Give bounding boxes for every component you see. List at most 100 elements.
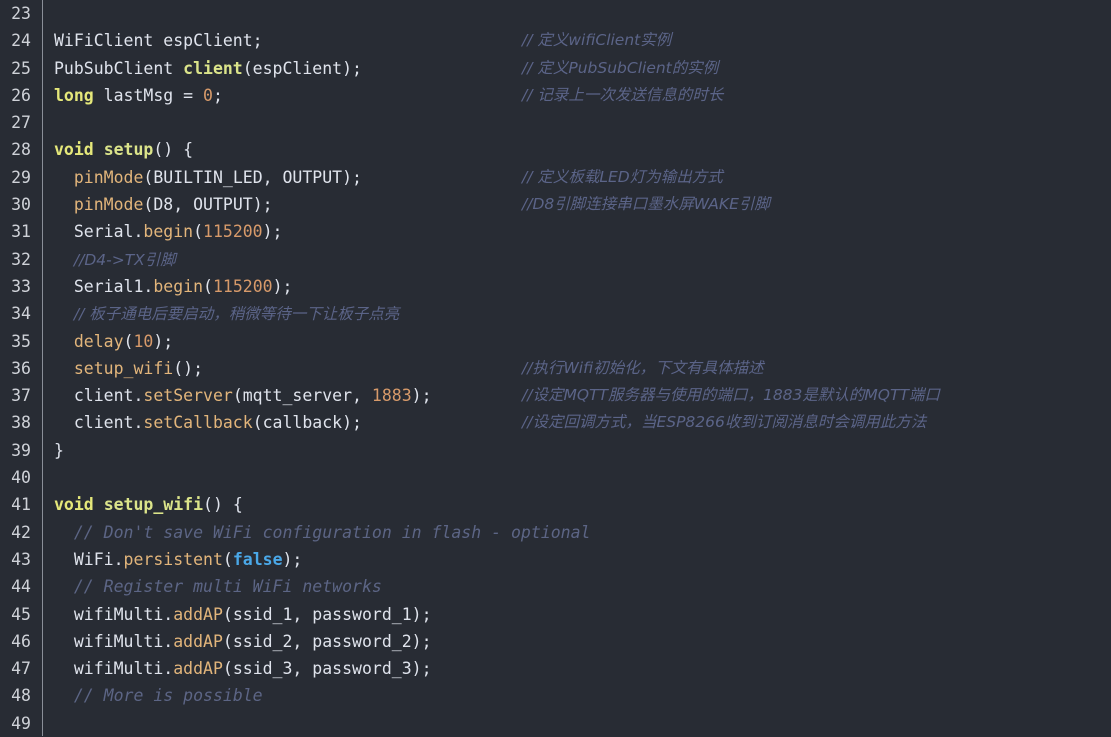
line-content[interactable]: // Register multi WiFi networks — [42, 573, 1111, 600]
code-line[interactable]: 28 void setup() { — [0, 136, 1111, 163]
line-content[interactable]: // More is possible — [42, 682, 1111, 709]
code-token: Serial. — [54, 222, 144, 242]
line-content[interactable]: //D4->TX引脚 — [42, 246, 1111, 274]
code-comment: //D4->TX引脚 — [73, 250, 176, 269]
code-token: ; — [212, 85, 223, 105]
code-line[interactable]: 30 pinMode(D8, OUTPUT); //D8引脚连接串口墨水屏WAKE… — [0, 191, 1111, 218]
line-content[interactable]: void setup() { — [42, 136, 1111, 163]
code-token: persistent — [123, 549, 223, 569]
code-line[interactable]: 37 client.setServer(mqtt_server, 1883); /… — [0, 382, 1111, 409]
line-content[interactable]: pinMode(BUILTIN_LED, OUTPUT); // 定义板载LED灯… — [42, 164, 1111, 191]
code-token: 10 — [133, 331, 154, 351]
code-line[interactable]: 49 — [0, 710, 1111, 737]
line-number: 41 — [11, 495, 31, 515]
trailing-comment: //执行Wifi初始化，下文有具体描述 — [522, 358, 764, 377]
code-line[interactable]: 25 PubSubClient client(espClient); // 定义Pu… — [0, 55, 1111, 82]
code-line[interactable]: 47 wifiMulti.addAP(ssid_3, password_3); — [0, 655, 1111, 682]
line-content[interactable]: PubSubClient client(espClient); // 定义PubS… — [42, 55, 1111, 82]
code-line[interactable]: 48 // More is possible — [0, 682, 1111, 709]
trailing-comment: //设定回调方式，当ESP8266收到订阅消息时会调用此方法 — [522, 413, 927, 432]
code-line[interactable]: 35 delay(10); — [0, 328, 1111, 355]
code-token: setup — [103, 140, 154, 160]
line-number: 31 — [11, 222, 31, 242]
line-number: 42 — [11, 522, 31, 542]
code-token: begin — [153, 276, 204, 296]
code-token: delay — [73, 331, 124, 351]
code-line[interactable]: 36 setup_wifi(); //执行Wifi初始化，下文有具体描述 — [0, 355, 1111, 382]
code-token: ); — [272, 276, 293, 296]
code-editor[interactable]: 23 24 WiFiClient espClient; // 定义wifiClient… — [0, 0, 1111, 736]
line-number: 40 — [11, 468, 31, 488]
code-line[interactable]: 45 wifiMulti.addAP(ssid_1, password_1); — [0, 601, 1111, 628]
code-line[interactable]: 46 wifiMulti.addAP(ssid_2, password_2); — [0, 628, 1111, 655]
code-token: (ssid_3, password_3); — [222, 659, 432, 679]
code-line[interactable]: 41 void setup_wifi() { — [0, 491, 1111, 518]
line-number: 43 — [11, 549, 31, 569]
line-number: 32 — [11, 249, 31, 269]
code-line[interactable]: 40 — [0, 464, 1111, 491]
code-comment: // Don't save WiFi configuration in flas… — [73, 522, 591, 542]
code-token: () { — [203, 495, 243, 515]
line-content[interactable]: Serial.begin(115200); — [42, 218, 1111, 245]
line-content[interactable]: wifiMulti.addAP(ssid_2, password_2); — [42, 628, 1111, 655]
code-token: ); — [153, 331, 174, 351]
code-token: lastMsg = — [93, 85, 204, 105]
code-line[interactable]: 32 //D4->TX引脚 — [0, 246, 1111, 273]
code-comment: // More is possible — [73, 686, 263, 706]
line-content[interactable]: WiFi.persistent(false); — [42, 546, 1111, 573]
line-content[interactable]: } — [42, 437, 1111, 464]
trailing-comment: //设定MQTT服务器与使用的端口，1883是默认的MQTT端口 — [522, 386, 940, 405]
code-token: begin — [143, 222, 194, 242]
code-line[interactable]: 43 WiFi.persistent(false); — [0, 546, 1111, 573]
line-content[interactable]: Serial1.begin(115200); — [42, 273, 1111, 300]
line-content[interactable]: // Don't save WiFi configuration in flas… — [42, 519, 1111, 546]
code-line[interactable]: 26 long lastMsg = 0; // 记录上一次发送信息的时长 — [0, 82, 1111, 109]
code-line[interactable]: 29 pinMode(BUILTIN_LED, OUTPUT); // 定义板载L… — [0, 164, 1111, 191]
code-line[interactable]: 42 // Don't save WiFi configuration in f… — [0, 519, 1111, 546]
line-number: 30 — [11, 195, 31, 215]
line-content[interactable]: client.setServer(mqtt_server, 1883); //设定… — [42, 382, 1111, 409]
code-token: WiFiClient espClient; — [54, 31, 263, 51]
trailing-comment: //D8引脚连接串口墨水屏WAKE引脚 — [522, 195, 770, 214]
code-line[interactable]: 33 Serial1.begin(115200); — [0, 273, 1111, 300]
code-line[interactable]: 38 client.setCallback(callback); //设定回调方式… — [0, 409, 1111, 436]
code-token: () { — [153, 140, 194, 160]
code-token: (D8, OUTPUT); — [143, 195, 273, 215]
code-line[interactable]: 44 // Register multi WiFi networks — [0, 573, 1111, 600]
trailing-comment: // 记录上一次发送信息的时长 — [522, 85, 724, 104]
line-content[interactable]: wifiMulti.addAP(ssid_3, password_3); — [42, 655, 1111, 682]
line-number: 47 — [11, 659, 31, 679]
line-content[interactable]: void setup_wifi() { — [42, 491, 1111, 518]
code-token: addAP — [173, 631, 223, 651]
line-content[interactable]: delay(10); — [42, 328, 1111, 355]
code-token: (BUILTIN_LED, OUTPUT); — [143, 167, 362, 187]
code-token: (ssid_2, password_2); — [222, 631, 432, 651]
code-token: (mqtt_server, — [232, 386, 372, 406]
code-line[interactable]: 23 — [0, 0, 1111, 27]
code-line[interactable]: 27 — [0, 109, 1111, 136]
line-content[interactable]: setup_wifi(); //执行Wifi初始化，下文有具体描述 — [42, 355, 1111, 382]
line-content[interactable]: long lastMsg = 0; // 记录上一次发送信息的时长 — [42, 82, 1111, 109]
code-token: ( — [123, 331, 134, 351]
line-number: 44 — [11, 577, 31, 597]
line-content[interactable]: pinMode(D8, OUTPUT); //D8引脚连接串口墨水屏WAKE引脚 — [42, 191, 1111, 218]
line-content[interactable]: client.setCallback(callback); //设定回调方式，当E… — [42, 409, 1111, 436]
line-number: 34 — [11, 304, 31, 324]
line-content[interactable]: WiFiClient espClient; // 定义wifiClient实例 — [42, 27, 1111, 54]
code-line[interactable]: 34 // 板子通电后要启动，稍微等待一下让板子点亮 — [0, 300, 1111, 327]
code-line[interactable]: 31 Serial.begin(115200); — [0, 218, 1111, 245]
code-line[interactable]: 24 WiFiClient espClient; // 定义wifiClient实例 — [0, 27, 1111, 54]
code-line[interactable]: 39} — [0, 437, 1111, 464]
code-token: void — [54, 495, 94, 515]
trailing-comment: // 定义wifiClient实例 — [522, 31, 672, 50]
code-token: ( — [203, 276, 213, 296]
code-comment: // 板子通电后要启动，稍微等待一下让板子点亮 — [73, 305, 400, 324]
code-lines-container[interactable]: 23 24 WiFiClient espClient; // 定义wifiClient… — [0, 0, 1111, 736]
line-content[interactable]: // 板子通电后要启动，稍微等待一下让板子点亮 — [42, 300, 1111, 328]
line-content[interactable]: wifiMulti.addAP(ssid_1, password_1); — [42, 601, 1111, 628]
